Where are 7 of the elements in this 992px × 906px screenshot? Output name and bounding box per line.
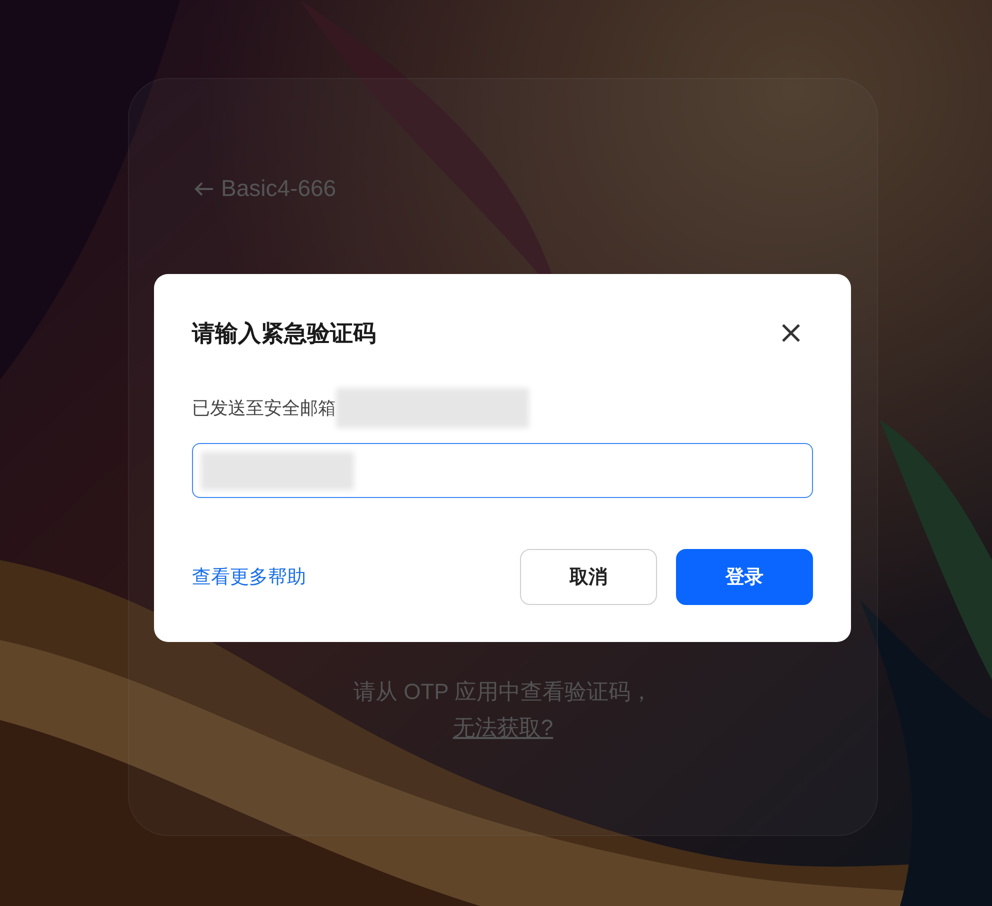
- help-link[interactable]: 查看更多帮助: [192, 564, 306, 590]
- cancel-button[interactable]: 取消: [520, 549, 657, 605]
- sent-notice: 已发送至安全邮箱: [192, 397, 336, 420]
- code-field[interactable]: [192, 443, 813, 498]
- dialog-title: 请输入紧急验证码: [192, 320, 376, 348]
- back-arrow-icon: [193, 180, 215, 196]
- login-button[interactable]: 登录: [676, 549, 813, 605]
